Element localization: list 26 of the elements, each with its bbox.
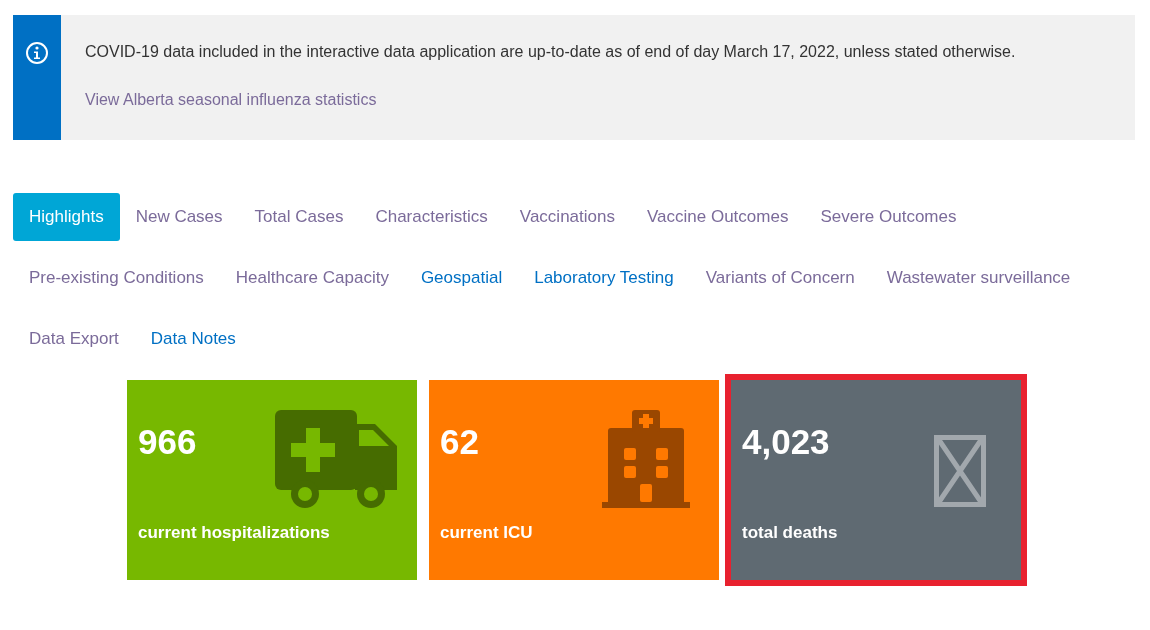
nav-tab[interactable]: Data Export <box>13 315 135 363</box>
stat-label: current hospitalizations <box>138 523 330 543</box>
nav-tab[interactable]: Variants of Concern <box>689 254 871 302</box>
nav-tab[interactable]: Data Notes <box>134 315 252 363</box>
influenza-link[interactable]: View Alberta seasonal influenza statistics <box>85 91 377 108</box>
nav-tab[interactable]: Vaccine Outcomes <box>630 193 805 241</box>
stat-value: 4,023 <box>742 422 831 462</box>
stat-label: total deaths <box>742 523 838 543</box>
nav-tab[interactable]: Wastewater surveillance <box>870 254 1087 302</box>
notice-message: COVID-19 data included in the interactive data application are up-to-date as of end of day March 17, 2022, unless stated otherwise. <box>85 43 1016 61</box>
stat-label: current ICU <box>440 523 533 543</box>
info-icon <box>25 41 49 65</box>
nav-tab[interactable]: Highlights <box>13 193 120 241</box>
nav-tab[interactable]: Laboratory Testing <box>518 254 690 302</box>
nav-tab[interactable]: Total Cases <box>238 193 360 241</box>
nav-tab[interactable]: Pre-existing Conditions <box>13 254 220 302</box>
nav-tab[interactable]: New Cases <box>119 193 239 241</box>
stat-value: 62 <box>440 422 480 462</box>
stat-value: 966 <box>138 422 198 462</box>
missing-glyph-icon <box>934 435 986 507</box>
nav-tab[interactable]: Characteristics <box>359 193 504 241</box>
hospital-icon <box>602 410 690 508</box>
nav-tab[interactable]: Severe Outcomes <box>804 193 973 241</box>
nav-tab[interactable]: Healthcare Capacity <box>219 254 405 302</box>
nav-tab[interactable]: Geospatial <box>404 254 519 302</box>
nav-tab[interactable]: Vaccinations <box>503 193 631 241</box>
